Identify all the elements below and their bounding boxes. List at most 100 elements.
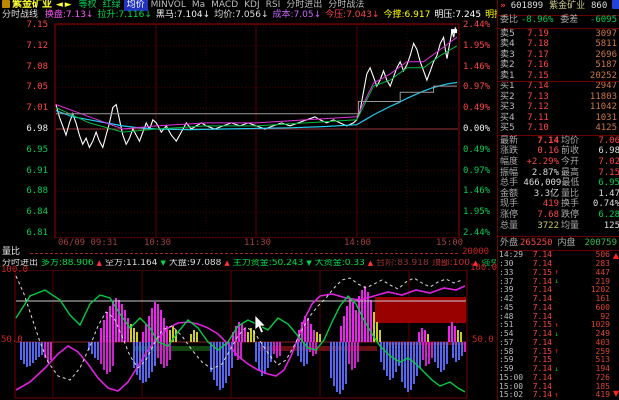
stat-label-跌停: 跌停 [559,211,585,220]
tick-arrow-icon: ↓ [552,331,561,338]
book-row-卖2[interactable]: 卖27.165187 [498,61,619,72]
stat-value-振幅: 2.87% [524,169,559,178]
weibi-label: 委比 [498,15,518,25]
percent-tick: 2.44% [463,21,497,30]
tick-volume: 1029 [561,321,619,329]
price-tick: 6.91 [8,167,48,176]
tick-scroll-up-icon[interactable]: ▲ [613,252,619,260]
intraday-chart[interactable] [0,22,497,238]
book-row-买5[interactable]: 买57.104125 [498,124,619,135]
book-price: 7.16 [517,61,559,70]
book-row-买1[interactable]: 买17.142947 [498,82,619,93]
percent-tick: 0.49% [463,104,497,113]
kline-icon[interactable] [612,0,619,9]
tick-volume: 283 [561,260,619,268]
nav-next-icon[interactable]: ► [65,0,72,10]
price-tick: 7.05 [8,83,48,92]
book-row-卖3[interactable]: 卖37.172696 [498,50,619,61]
weicha-label: 委差 [560,15,578,25]
tick-price: 7.14 [526,330,552,338]
arrow-icon: ▼ [306,259,311,267]
tick-row: 15:027.14↑419 [498,391,619,400]
percent-tick: 1.46% [463,63,497,72]
book-label: 买4 [498,114,517,123]
waipan-label: 外盘 [498,239,518,248]
indicator-明压: 明压:7.245 [434,10,481,20]
book-row-卖4[interactable]: 卖47.185811 [498,40,619,51]
book-volume: 5187 [559,61,619,70]
tick-time: :42 [498,295,526,303]
stat-value-均价: 7.06 [585,137,619,146]
book-volume: 3097 [559,30,619,39]
indicator-y-tick: 50.0 [472,336,494,345]
expand-panel-icon[interactable]: » [500,1,506,11]
book-price: 7.14 [517,82,559,91]
price-tick: 7.08 [8,63,48,72]
percent-tick: 1.95% [463,42,497,51]
book-row-卖5[interactable]: 卖57.193097 [498,29,619,40]
stats-row: 最新7.14均价7.06 [498,136,619,147]
stat-value-量比: 1.47 [585,190,619,199]
stats-row: 振幅2.87%最高7.15 [498,168,619,179]
indicator-chart[interactable] [0,270,497,400]
menu-items: 等权红绿均价MINVOLMaMACDKDJRSI分时进出分时战法 [76,0,368,10]
stat-value-现手: 419 [524,200,559,209]
stats-row: 涨停7.68跌停6.28 [498,210,619,221]
tick-volume: 249 [561,330,619,338]
tick-price: 7.14 [526,365,552,373]
arrow-icon: ▲ [224,259,229,267]
tick-time: :54 [498,330,526,338]
time-tick: 06/09 09:31 [58,239,118,248]
book-row-买4[interactable]: 买47.111031 [498,113,619,124]
book-price: 7.18 [517,40,559,49]
liangbi-dashed-line [30,253,458,254]
bottom-ind-多方: 多方:88.906 [41,259,94,268]
tick-row: :337.15↑447 [498,269,619,278]
stat-label-涨跌: 涨跌 [498,147,524,156]
stats-row: 涨跌0.16前收6.98 [498,147,619,158]
stat-label-前收: 前收 [559,147,585,156]
weibi-row: 委比 -8.96% 委差 -6095 [498,16,619,29]
stat-value-总手: 466,009 [523,179,559,188]
tick-volume: 506 [561,251,619,259]
stat-value-总量: 3722 [524,222,559,231]
stat-value-前收: 6.98 [585,147,619,156]
price-tick: 7.12 [8,42,48,51]
indicator-黑马: 黑马:7.104↓ [156,10,210,20]
stat-value-幅度: +2.29% [524,158,559,167]
tick-volume: 92 [561,313,619,321]
stat-value-跌停: 6.28 [585,211,619,220]
price-tick: 6.98 [8,125,48,134]
price-tick: 6.81 [8,229,48,238]
book-volume: 4125 [559,124,619,133]
bottom-ind-台阶: 台阶:83.918 [376,259,429,268]
indicator-y-tick: 50.0 [1,336,23,345]
book-row-买3[interactable]: 买37.1211042 [498,103,619,114]
book-row-卖1[interactable]: 卖17.1520252 [498,71,619,82]
stat-label-振幅: 振幅 [498,169,524,178]
weibi-value: -8.96% [521,15,554,25]
tick-arrow-icon: ↑ [552,392,561,399]
tick-volume: 259 [561,348,619,356]
book-volume: 1031 [559,114,619,123]
indicator-y-tick: 100.0 [1,266,28,275]
tick-scroll-down-icon[interactable]: ▼ [613,390,619,398]
book-label: 买2 [498,93,517,102]
book-row-买2[interactable]: 买27.1311803 [498,92,619,103]
book-volume: 11803 [559,93,619,102]
percent-tick: 1.46% [463,187,497,196]
tick-arrow-icon: ↓ [552,366,561,373]
book-label: 买1 [498,82,517,91]
waipan-neipan-row: 外盘 265250 内盘 200759 [498,236,619,251]
stock-name: 紫金矿业 [549,1,585,11]
book-volume: 11042 [559,103,619,112]
indicator-均价: 均价:7.056↓ [214,10,268,20]
indicator-y-tick: 100.0 [470,264,497,273]
tick-time: :45 [498,304,526,312]
neipan-label: 内盘 [558,239,576,248]
tick-list[interactable]: 14:297.14506:307.14283:337.15↑447:377.14… [498,251,619,400]
book-volume: 2696 [559,51,619,60]
nav-prev-icon[interactable]: ◄ [56,0,63,10]
liangbi-pane-label[interactable]: 量比 [2,248,20,257]
book-price: 7.12 [517,103,559,112]
